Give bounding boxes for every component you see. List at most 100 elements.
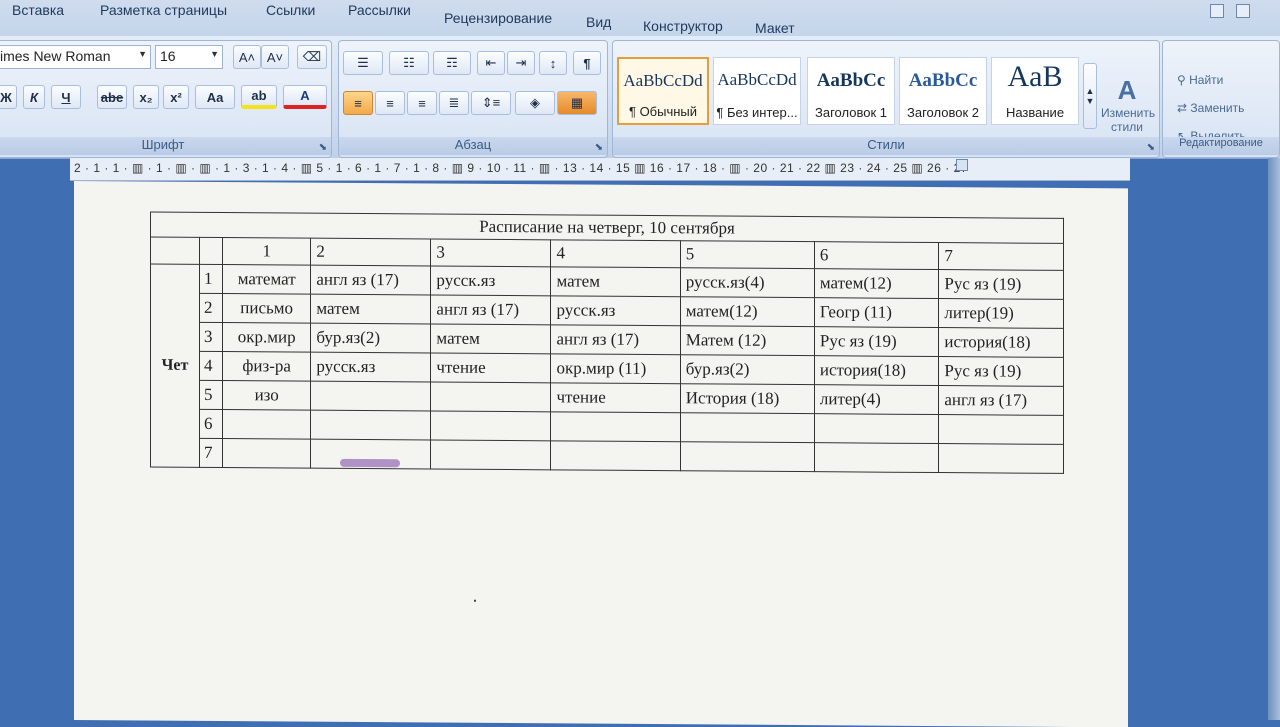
- lesson-number[interactable]: 7: [199, 438, 223, 468]
- strikethrough-button[interactable]: abe: [97, 85, 127, 109]
- increase-indent-button[interactable]: ⇥: [507, 51, 535, 75]
- table-cell[interactable]: история(18): [814, 355, 939, 386]
- clear-format-button[interactable]: ⌫: [297, 45, 327, 69]
- table-cell[interactable]: [310, 381, 431, 411]
- day-cell[interactable]: Чет: [150, 264, 200, 468]
- italic-button[interactable]: К: [23, 85, 45, 109]
- change-styles-button[interactable]: A Изменить стили: [1101, 75, 1155, 134]
- tab-design[interactable]: Конструктор: [643, 18, 723, 34]
- table-cell[interactable]: матем: [550, 266, 681, 297]
- grow-font-button[interactable]: A˄: [233, 45, 261, 69]
- table-cell[interactable]: [938, 443, 1064, 474]
- empty-cell[interactable]: [150, 237, 200, 265]
- table-cell[interactable]: матем(12): [680, 296, 815, 327]
- table-cell[interactable]: матем(12): [814, 268, 939, 299]
- table-cell[interactable]: математ: [222, 264, 311, 295]
- table-cell[interactable]: физ-ра: [222, 351, 311, 382]
- table-cell[interactable]: Рус яз (19): [938, 356, 1064, 387]
- column-header[interactable]: 7: [938, 242, 1064, 271]
- table-cell[interactable]: [222, 438, 311, 469]
- table-cell[interactable]: чтение: [430, 352, 551, 383]
- line-spacing-button[interactable]: ⇕≡: [471, 91, 511, 115]
- table-cell[interactable]: литер(19): [938, 298, 1064, 329]
- style-no-spacing[interactable]: AaBbCcDd ¶ Без интер...: [713, 57, 801, 125]
- window-minimize-button[interactable]: [1210, 4, 1224, 18]
- tab-view[interactable]: Вид: [586, 14, 611, 30]
- bold-button[interactable]: Ж: [0, 85, 17, 109]
- table-cell[interactable]: литер(4): [814, 384, 939, 415]
- replace-button[interactable]: ⇄ Заменить: [1177, 101, 1244, 115]
- font-color-button[interactable]: A: [283, 85, 327, 109]
- table-cell[interactable]: История (18): [680, 383, 815, 414]
- table-cell[interactable]: матем: [310, 294, 431, 324]
- style-heading-1[interactable]: AaBbCс Заголовок 1: [807, 57, 895, 125]
- table-cell[interactable]: англ яз (17): [310, 265, 431, 295]
- styles-scroll[interactable]: ▲ ▼: [1083, 63, 1097, 129]
- table-cell[interactable]: русск.яз: [430, 265, 551, 296]
- table-cell[interactable]: русск.яз: [310, 352, 431, 382]
- column-header[interactable]: 3: [430, 238, 551, 267]
- table-cell[interactable]: матем: [430, 323, 551, 354]
- table-cell[interactable]: Геогр (11): [814, 297, 939, 328]
- lesson-number[interactable]: 2: [199, 293, 223, 323]
- style-heading-2[interactable]: AaBbCс Заголовок 2: [899, 57, 987, 125]
- shrink-font-button[interactable]: A˅: [261, 45, 289, 69]
- table-cell[interactable]: англ яз (17): [938, 385, 1064, 416]
- schedule-table[interactable]: Расписание на четверг, 10 сентября 12345…: [150, 212, 1064, 474]
- table-cell[interactable]: [550, 440, 681, 471]
- dialog-launcher-icon[interactable]: ⬊: [319, 142, 327, 153]
- style-title[interactable]: AaB Название: [991, 57, 1079, 125]
- lesson-number[interactable]: 4: [199, 351, 223, 381]
- table-cell[interactable]: [938, 414, 1064, 445]
- tab-insert[interactable]: Вставка: [12, 2, 64, 18]
- table-cell[interactable]: англ яз (17): [430, 294, 551, 325]
- subscript-button[interactable]: x₂: [133, 85, 159, 109]
- column-header[interactable]: 6: [814, 241, 939, 270]
- table-cell[interactable]: бур.яз(2): [680, 354, 815, 385]
- style-normal[interactable]: AaBbCcDd ¶ Обычный: [617, 57, 709, 125]
- find-button[interactable]: ⚲ Найти: [1177, 73, 1223, 87]
- table-cell[interactable]: [550, 411, 681, 442]
- tab-layout[interactable]: Макет: [755, 20, 795, 36]
- borders-button[interactable]: ▦: [557, 91, 597, 115]
- table-cell[interactable]: Матем (12): [680, 325, 815, 356]
- table-cell[interactable]: история(18): [938, 327, 1064, 358]
- table-cell[interactable]: [680, 412, 815, 443]
- window-maximize-button[interactable]: [1236, 4, 1250, 18]
- underline-button[interactable]: Ч: [51, 85, 81, 109]
- table-cell[interactable]: Рус яз (19): [814, 326, 939, 357]
- table-cell[interactable]: Рус яз (19): [938, 269, 1064, 300]
- decrease-indent-button[interactable]: ⇤: [477, 51, 505, 75]
- font-size-combo[interactable]: 16 ▼: [155, 45, 223, 69]
- lesson-number[interactable]: 5: [199, 380, 223, 410]
- column-header[interactable]: 4: [550, 239, 681, 268]
- table-cell[interactable]: русск.яз(4): [680, 267, 815, 298]
- superscript-button[interactable]: x²: [163, 85, 189, 109]
- change-case-button[interactable]: Aa: [195, 85, 235, 109]
- lesson-number[interactable]: 3: [199, 322, 223, 352]
- table-cell[interactable]: бур.яз(2): [310, 323, 431, 353]
- numbering-button[interactable]: ☷: [389, 51, 429, 75]
- font-name-combo[interactable]: imes New Roman ▼: [0, 45, 151, 69]
- table-cell[interactable]: [680, 441, 815, 472]
- column-header[interactable]: 2: [310, 238, 431, 266]
- tab-references[interactable]: Ссылки: [266, 2, 315, 18]
- empty-cell[interactable]: [199, 237, 223, 265]
- column-header[interactable]: 1: [222, 237, 311, 266]
- justify-button[interactable]: ≣: [439, 91, 469, 115]
- dialog-launcher-icon[interactable]: ⬊: [1147, 142, 1155, 153]
- align-center-button[interactable]: ≡: [375, 91, 405, 115]
- table-cell[interactable]: [814, 413, 939, 444]
- align-left-button[interactable]: ≡: [343, 91, 373, 115]
- bullets-button[interactable]: ☰: [343, 51, 383, 75]
- table-cell[interactable]: [430, 381, 551, 412]
- table-cell[interactable]: [430, 410, 551, 441]
- table-cell[interactable]: [310, 410, 431, 440]
- vertical-scrollbar[interactable]: [1268, 158, 1280, 720]
- table-cell[interactable]: [222, 409, 311, 440]
- table-cell[interactable]: окр.мир (11): [550, 353, 681, 384]
- sort-button[interactable]: ↕: [539, 51, 567, 75]
- lesson-number[interactable]: 1: [199, 264, 223, 294]
- column-header[interactable]: 5: [680, 240, 815, 269]
- table-cell[interactable]: изо: [222, 380, 311, 411]
